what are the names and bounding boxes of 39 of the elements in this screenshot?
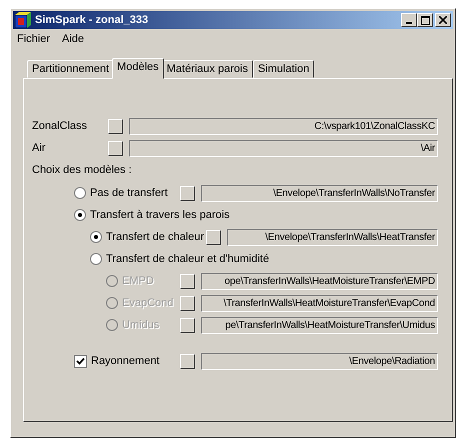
minimize-button[interactable] (401, 13, 417, 27)
cube-icon (15, 12, 31, 28)
path-field[interactable]: \Air (129, 140, 438, 156)
radio-button[interactable] (74, 209, 86, 221)
path-field[interactable]: \Envelope\Radiation (201, 352, 438, 370)
menu-item[interactable]: Aide (62, 33, 84, 45)
option-label[interactable]: Transfert de chaleur et d'humidité (106, 253, 270, 265)
browse-button[interactable] (180, 296, 195, 310)
browse-button[interactable] (180, 274, 195, 288)
checkbox[interactable] (74, 354, 87, 368)
radio-button[interactable] (74, 187, 86, 199)
path-field[interactable]: \Envelope\TransferInWalls\HeatTransfer (227, 228, 438, 246)
tab[interactable]: Modèles (112, 58, 164, 79)
option-label[interactable]: Transfert de chaleur (106, 231, 204, 243)
radio-button[interactable] (90, 231, 102, 243)
maximize-icon (420, 16, 430, 24)
browse-button[interactable] (108, 118, 123, 134)
close-icon (439, 16, 447, 24)
option-label[interactable]: Transfert à travers les parois (90, 209, 230, 221)
section-label: Choix des modèles : (32, 164, 133, 176)
path-field[interactable]: \Envelope\TransferInWalls\NoTransfer (201, 184, 438, 202)
path-field[interactable]: C:\vspark101\ZonalClassKC (129, 118, 438, 134)
window-title: SimSpark - zonal_333 (35, 14, 150, 26)
browse-button[interactable] (108, 140, 123, 156)
field-label: Air (32, 142, 46, 154)
tab[interactable]: Partitionnement (27, 60, 114, 78)
close-button[interactable] (435, 13, 451, 27)
tab[interactable]: Matériaux parois (162, 60, 253, 78)
tab[interactable]: Simulation (252, 60, 314, 78)
checkbox-label[interactable]: Rayonnement (91, 355, 160, 367)
option-label[interactable]: Pas de transfert (90, 187, 168, 199)
field-label: ZonalClass (32, 120, 88, 132)
maximize-button[interactable] (417, 13, 433, 27)
browse-button[interactable] (206, 230, 222, 244)
browse-button[interactable] (180, 186, 195, 200)
radio-button[interactable] (90, 253, 102, 265)
menu-item[interactable]: Fichier (17, 33, 50, 45)
browse-button[interactable] (180, 354, 195, 368)
browse-button[interactable] (180, 318, 195, 332)
